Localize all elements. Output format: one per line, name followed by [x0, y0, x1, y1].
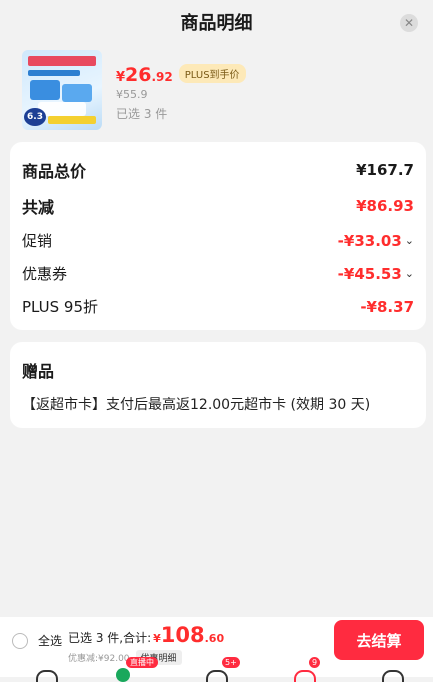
plus-price-tag: PLUS到手价	[178, 64, 246, 83]
select-all-checkbox[interactable]	[12, 633, 28, 649]
row-label: 共减	[22, 198, 55, 217]
gift-title: 赠品	[22, 362, 55, 381]
page-header: 商品明细 ✕	[0, 0, 433, 44]
select-all-label[interactable]: 全选	[38, 632, 62, 649]
live-badge: 直播中	[126, 657, 158, 668]
live-icon[interactable]	[116, 668, 130, 682]
price-summary-card: 商品总价 ¥167.7 共减 ¥86.93 促销 -¥33.03 ⌄ 优惠券 -…	[10, 142, 426, 330]
home-icon[interactable]	[36, 670, 58, 682]
original-price: ¥55.9	[116, 88, 148, 101]
page-title: 商品明细	[180, 13, 253, 34]
row-value: -¥45.53	[337, 264, 402, 283]
row-promotion[interactable]: 促销 -¥33.03 ⌄	[22, 230, 414, 251]
total-line: 已选 3 件,合计: ¥ 108 .60	[68, 623, 225, 647]
gift-description: 【返超市卡】支付后最高返12.00元超市卡 (效期 30 天)	[22, 397, 371, 413]
product-price: ¥ 26 .92 PLUS到手价	[116, 64, 246, 86]
product-item: 6.3 ¥ 26 .92 PLUS到手价 ¥55.9 已选 3 件	[22, 50, 422, 132]
checkout-button[interactable]: 去结算	[334, 620, 424, 660]
chevron-down-icon[interactable]: ⌄	[405, 234, 414, 247]
bottom-tabbar: 直播中 5+ 9	[0, 657, 433, 682]
row-label: 促销	[22, 232, 53, 250]
profile-icon[interactable]	[382, 670, 404, 682]
cart-icon[interactable]	[294, 670, 316, 682]
message-icon[interactable]	[206, 670, 228, 682]
close-icon[interactable]: ✕	[400, 14, 418, 32]
product-thumbnail[interactable]: 6.3	[22, 50, 102, 130]
chevron-down-icon[interactable]: ⌄	[405, 267, 414, 280]
row-value: ¥167.7	[356, 161, 414, 179]
row-value: -¥8.37	[360, 297, 414, 316]
thumbnail-badge: 6.3	[24, 108, 46, 126]
row-label: PLUS 95折	[22, 298, 99, 316]
row-value: -¥33.03	[337, 231, 402, 250]
row-total-price: 商品总价 ¥167.7	[22, 158, 414, 182]
gift-card: 赠品 【返超市卡】支付后最高返12.00元超市卡 (效期 30 天)	[10, 342, 426, 428]
selected-count: 已选 3 件	[116, 107, 168, 121]
row-total-discount: 共减 ¥86.93	[22, 194, 414, 218]
row-value: ¥86.93	[356, 197, 414, 215]
row-coupon[interactable]: 优惠券 -¥45.53 ⌄	[22, 263, 414, 284]
row-label: 优惠券	[22, 265, 68, 283]
row-label: 商品总价	[22, 162, 87, 181]
total-amount: 108	[160, 623, 205, 647]
cart-badge: 9	[309, 657, 321, 668]
total-label: 已选 3 件,合计:	[68, 631, 152, 645]
row-plus-discount: PLUS 95折 -¥8.37	[22, 296, 414, 317]
message-badge: 5+	[222, 657, 240, 668]
